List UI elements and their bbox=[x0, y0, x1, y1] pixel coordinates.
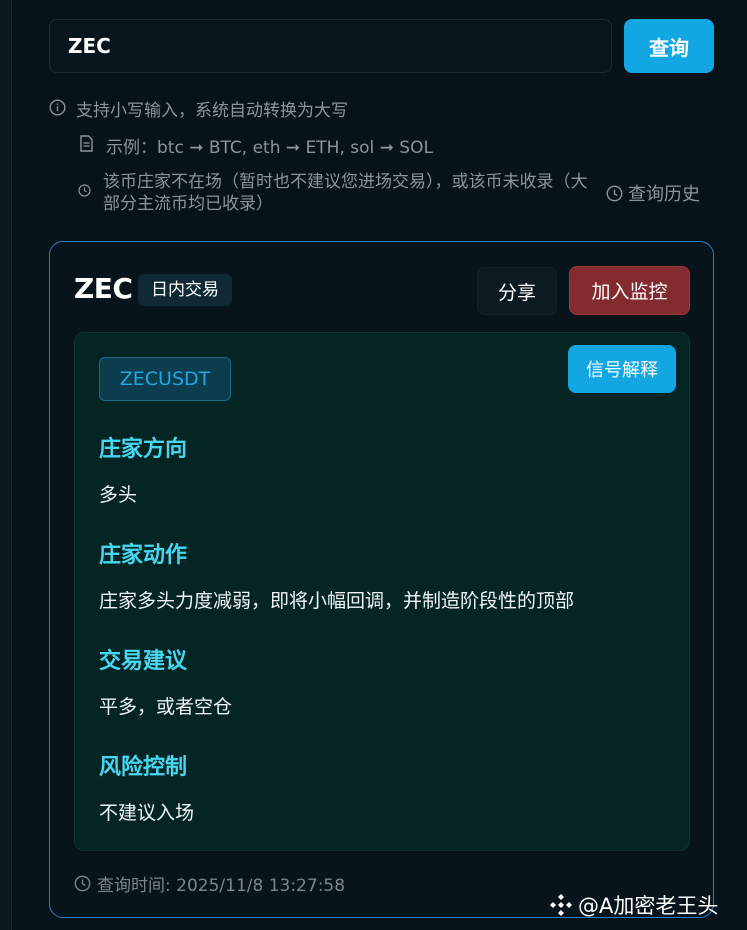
section-value-advice: 平多，或者空仓 bbox=[99, 696, 233, 718]
document-icon bbox=[80, 135, 93, 152]
hint-lowercase-text: 支持小写输入，系统自动转换为大写 bbox=[76, 101, 348, 121]
hint-not-listed: 该币庄家不在场（暂时也不建议您进场交易），或该币未收录（大部分主流币均已收录） bbox=[78, 171, 598, 215]
section-heading-action: 庄家动作 bbox=[99, 543, 188, 568]
hint-lowercase: 支持小写输入，系统自动转换为大写 bbox=[49, 96, 348, 121]
section-heading-direction: 庄家方向 bbox=[99, 437, 188, 462]
query-history-label: 查询历史 bbox=[628, 184, 700, 205]
watermark-text: @A加密老王头 bbox=[578, 894, 719, 918]
section-heading-advice: 交易建议 bbox=[99, 649, 188, 674]
diamond-logo-icon bbox=[550, 894, 572, 916]
hint-examples-text: 示例：btc ➞ BTC, eth ➞ ETH, sol ➞ SOL bbox=[106, 138, 433, 158]
hint-not-listed-text: 该币庄家不在场（暂时也不建议您进场交易），或该币未收录（大部分主流币均已收录） bbox=[103, 172, 588, 214]
clock-icon bbox=[606, 185, 623, 201]
info-icon bbox=[49, 99, 66, 116]
query-button[interactable]: 查询 bbox=[624, 19, 714, 73]
query-history-link[interactable]: 查询历史 bbox=[606, 180, 700, 206]
share-button[interactable]: 分享 bbox=[477, 267, 557, 315]
query-time-text: 查询时间: 2025/11/8 13:27:58 bbox=[97, 876, 346, 896]
clock-icon bbox=[78, 184, 91, 197]
section-value-direction: 多头 bbox=[99, 484, 138, 506]
search-bar: 查询 bbox=[49, 19, 714, 73]
trading-pair-tag: ZECUSDT bbox=[99, 357, 231, 401]
section-heading-risk: 风险控制 bbox=[99, 755, 188, 780]
watermark: @A加密老王头 bbox=[548, 890, 718, 920]
query-time: 查询时间: 2025/11/8 13:27:58 bbox=[74, 871, 345, 896]
section-value-risk: 不建议入场 bbox=[99, 802, 195, 824]
section-value-action: 庄家多头力度减弱，即将小幅回调，并制造阶段性的顶部 bbox=[99, 590, 575, 612]
result-card: ZEC 日内交易 分享 加入监控 ZECUSDT 信号解释 庄家方向 多头 庄家… bbox=[49, 241, 714, 918]
clock-icon bbox=[74, 875, 91, 892]
hint-examples: 示例：btc ➞ BTC, eth ➞ ETH, sol ➞ SOL bbox=[79, 133, 433, 158]
coin-search-input[interactable] bbox=[49, 19, 612, 73]
add-monitor-button[interactable]: 加入监控 bbox=[569, 266, 690, 315]
left-sidebar-edge bbox=[0, 0, 12, 930]
trade-mode-badge: 日内交易 bbox=[138, 274, 232, 306]
coin-title: ZEC bbox=[74, 272, 133, 305]
signal-panel: ZECUSDT 信号解释 庄家方向 多头 庄家动作 庄家多头力度减弱，即将小幅回… bbox=[74, 332, 690, 851]
signal-explain-button[interactable]: 信号解释 bbox=[568, 345, 676, 393]
